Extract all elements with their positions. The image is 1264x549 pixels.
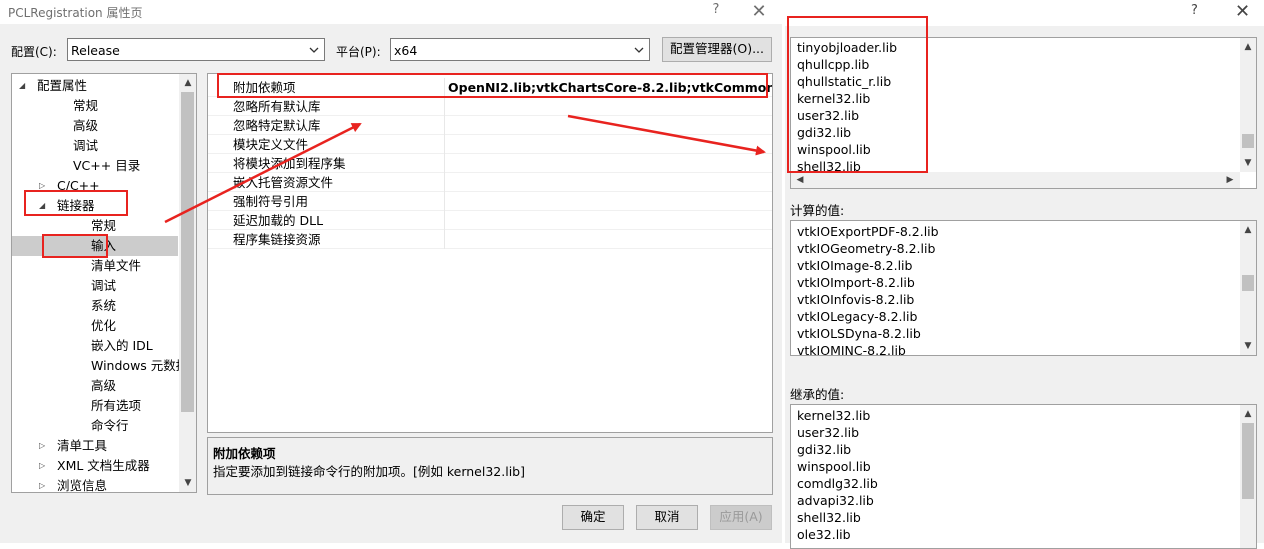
arrow-to-grid <box>164 122 362 224</box>
annotation-arrows <box>164 114 766 224</box>
arrow-to-popup <box>567 114 766 156</box>
